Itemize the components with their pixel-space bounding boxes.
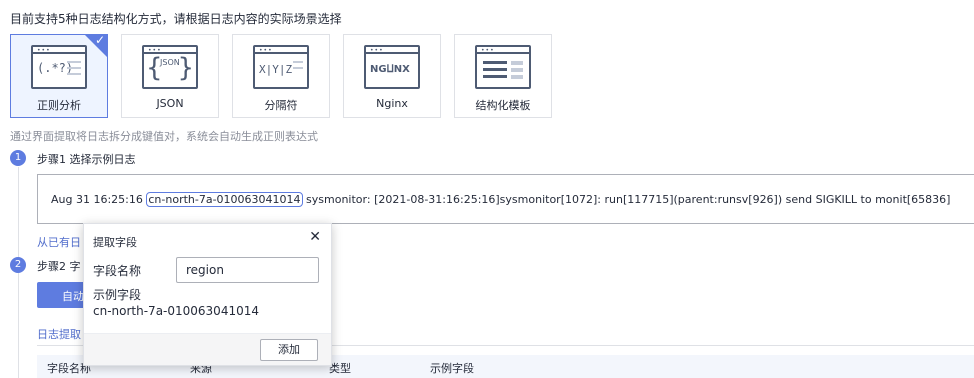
select-existing-log-link[interactable]: 从已有日 [37,234,81,250]
card-label: JSON [156,97,184,110]
card-json[interactable]: ••• { JSON } JSON [121,34,219,118]
close-icon[interactable]: ✕ [309,229,321,245]
tab-log-extraction[interactable]: 日志提取 [37,326,81,342]
card-label: Nginx [376,97,408,110]
card-regex[interactable]: ••• (.*?) 正则分析 ✓ [10,33,108,118]
card-label: 结构化模板 [475,99,531,112]
example-field-label: 示例字段 [93,288,142,302]
step2-title: 步骤2 字 [37,260,81,273]
checkmark-icon: ✓ [94,33,105,47]
step1-title: 步骤1 选择示例日志 [37,153,136,166]
selected-log-segment[interactable]: cn-north-7a-010063041014 [146,192,303,207]
step1-number: 1 [10,150,26,166]
sample-log-box[interactable]: Aug 31 16:25:16 cn-north-7a-010063041014… [37,174,974,224]
step-connector [18,167,19,259]
card-template[interactable]: ••• 结构化模板 [454,34,552,118]
template-icon: ••• [475,45,531,89]
column-header: 示例字段 [430,362,474,375]
json-icon: ••• { JSON } [142,45,198,89]
popup-footer: 添加 [84,333,331,365]
intro-text: 目前支持5种日志结构化方式，请根据日志内容的实际场景选择 [10,12,342,26]
column-header: 类型 [329,362,351,375]
card-nginx[interactable]: ••• NG⨿NX Nginx [343,34,441,118]
add-button[interactable]: 添加 [260,339,318,361]
example-field-value: cn-north-7a-010063041014 [93,304,259,318]
popup-title: 提取字段 [93,236,137,249]
auto-generate-button[interactable]: 自动 [37,282,87,308]
card-label: 正则分析 [37,99,81,112]
delimiter-icon: ••• X|Y|Z [253,45,309,89]
sample-log-text[interactable]: Aug 31 16:25:16 cn-north-7a-010063041014… [51,192,950,207]
card-delimiter[interactable]: ••• X|Y|Z 分隔符 [232,34,330,118]
field-name-label: 字段名称 [93,264,142,278]
nginx-icon: ••• NG⨿NX [364,45,420,89]
card-label: 分隔符 [264,99,298,112]
regex-icon: ••• (.*?) [31,45,87,89]
step-connector [18,273,19,378]
step2-number: 2 [10,257,26,273]
field-name-input[interactable] [176,257,319,283]
hint-text: 通过界面提取将日志拆分成键值对，系统会自动生成正则表达式 [10,130,318,143]
extract-field-popup: 提取字段 ✕ 字段名称 示例字段 cn-north-7a-01006304101… [83,223,332,366]
